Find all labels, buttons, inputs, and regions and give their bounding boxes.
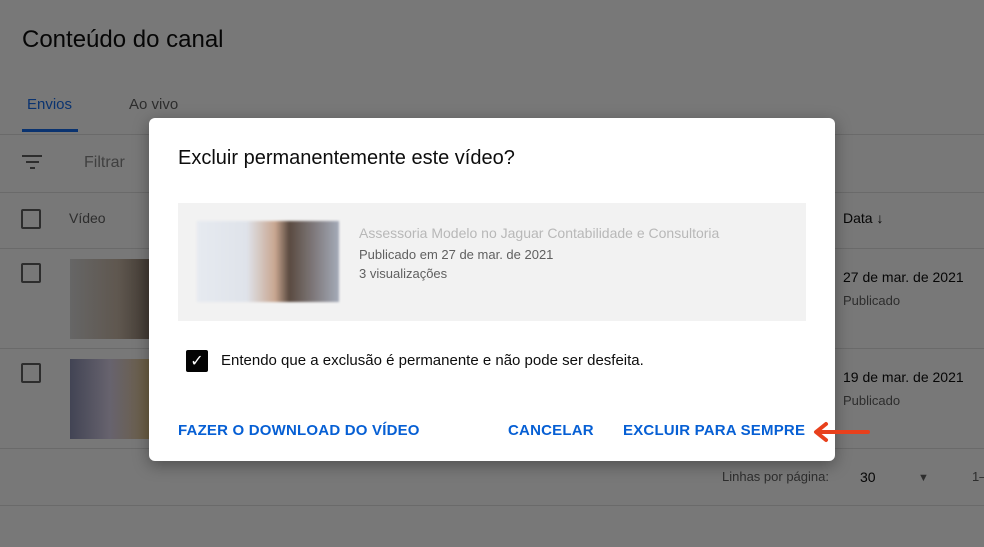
- confirm-checkbox[interactable]: ✓: [186, 350, 208, 372]
- row-date: 27 de mar. de 2021: [843, 269, 964, 285]
- divider: [0, 505, 984, 506]
- column-header-video: Vídeo: [69, 210, 106, 226]
- active-tab-indicator: [22, 129, 78, 132]
- annotation-arrow-icon: [814, 422, 870, 442]
- confirm-label[interactable]: Entendo que a exclusão é permanente e nã…: [221, 352, 644, 369]
- pagination-range: 1–: [972, 469, 984, 484]
- video-title: Assessoria Modelo no Jaguar Contabilidad…: [359, 225, 720, 241]
- row-checkbox[interactable]: [21, 363, 41, 383]
- video-summary-card: Assessoria Modelo no Jaguar Contabilidad…: [178, 203, 806, 321]
- page-title: Conteúdo do canal: [22, 26, 224, 53]
- filter-icon[interactable]: [22, 155, 42, 171]
- row-status: Publicado: [843, 393, 901, 408]
- row-status: Publicado: [843, 293, 901, 308]
- tab-live[interactable]: Ao vivo: [129, 96, 178, 113]
- dialog-title: Excluir permanentemente este vídeo?: [178, 147, 515, 169]
- checkmark-icon: ✓: [190, 351, 204, 370]
- column-header-date[interactable]: Data ↓: [843, 210, 883, 226]
- rows-per-page-select[interactable]: 30: [860, 469, 876, 485]
- dropdown-arrow-icon[interactable]: ▼: [918, 472, 929, 484]
- video-thumbnail[interactable]: [70, 359, 150, 439]
- select-all-checkbox[interactable]: [21, 209, 41, 229]
- sort-arrow-down-icon: ↓: [876, 210, 884, 226]
- cancel-button[interactable]: CANCELAR: [508, 422, 594, 439]
- video-published-date: Publicado em 27 de mar. de 2021: [359, 247, 554, 262]
- delete-video-dialog: Excluir permanentemente este vídeo? Asse…: [149, 118, 835, 461]
- row-date: 19 de mar. de 2021: [843, 369, 964, 385]
- download-video-button[interactable]: FAZER O DOWNLOAD DO VÍDEO: [178, 422, 420, 439]
- filter-input[interactable]: Filtrar: [84, 154, 125, 172]
- tab-uploads[interactable]: Envios: [27, 96, 72, 113]
- delete-forever-button[interactable]: EXCLUIR PARA SEMPRE: [623, 422, 805, 439]
- row-checkbox[interactable]: [21, 263, 41, 283]
- date-header-label: Data: [843, 210, 873, 226]
- video-thumbnail[interactable]: [70, 259, 150, 339]
- video-thumbnail: [197, 221, 339, 302]
- rows-per-page-label: Linhas por página:: [722, 469, 829, 484]
- video-views: 3 visualizações: [359, 266, 448, 281]
